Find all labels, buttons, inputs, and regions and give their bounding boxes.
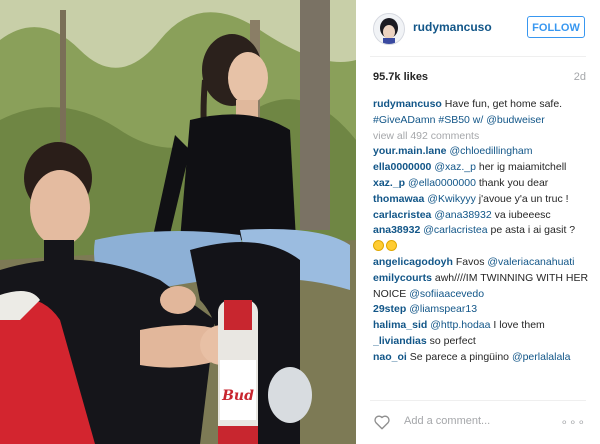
comments-feed: rudymancuso Have fun, get home safe. #Gi…: [373, 97, 588, 366]
follow-button[interactable]: FOLLOW: [527, 16, 585, 38]
comment-username[interactable]: angelicagodoyh: [373, 256, 453, 268]
comment-mention[interactable]: @Kwikyyy: [427, 193, 476, 205]
comment-continued: NOICE @sofiiaacevedo: [373, 287, 588, 303]
likes-count[interactable]: 95.7k likes: [373, 71, 428, 83]
comment-username[interactable]: halima_sid: [373, 319, 427, 331]
heart-icon[interactable]: [373, 413, 391, 431]
comment-username[interactable]: _liviandias: [373, 335, 427, 347]
header-divider: [370, 56, 586, 57]
comment: thomawaa @Kwikyyy j'avoue y'a un truc !: [373, 192, 588, 208]
comment-text: I love them: [493, 319, 545, 332]
comment-text: thank you dear: [478, 176, 549, 189]
comment-username[interactable]: nao_oi: [373, 351, 407, 363]
comment-mention[interactable]: @http.hodaa: [430, 319, 490, 331]
post-photo[interactable]: Bud: [0, 0, 356, 444]
post-age[interactable]: 2d: [574, 71, 586, 83]
post-header: rudymancuso FOLLOW: [356, 0, 600, 56]
instagram-post: Bud rudymancuso FOLLOW 95.7k likes 2d ru…: [0, 0, 600, 444]
comment-mention[interactable]: @xaz._p: [434, 161, 476, 173]
comment-mention[interactable]: @ella0000000: [408, 177, 476, 189]
avatar-image: [374, 14, 404, 44]
comment: nao_oi Se parece a pingüino @perlalalala: [373, 350, 588, 366]
comment: emilycourts awh////IM TWINNING WITH HER: [373, 271, 588, 287]
comment: _liviandias so perfect: [373, 334, 588, 350]
caption-text: Have fun, get home safe.: [444, 98, 563, 110]
comment-username[interactable]: emilycourts: [373, 272, 432, 284]
caption-username[interactable]: rudymancuso: [373, 98, 442, 110]
post-sidebar: rudymancuso FOLLOW 95.7k likes 2d rudyma…: [356, 0, 600, 444]
comment-mention[interactable]: @carlacristea: [423, 224, 487, 236]
comment-text: pe asta i ai gasit ?: [490, 224, 576, 237]
comment-mention[interactable]: @sofiiaacevedo: [409, 288, 484, 300]
bottle-label: Bud: [221, 388, 254, 404]
comment-username[interactable]: thomawaa: [373, 193, 424, 205]
comment-mention[interactable]: @liamspear13: [409, 303, 477, 315]
comment-username[interactable]: carlacristea: [373, 209, 431, 221]
comment: halima_sid @http.hodaa I love them: [373, 318, 588, 334]
post-author-username[interactable]: rudymancuso: [413, 20, 492, 34]
comment-text: her ig maiamitchell: [478, 161, 567, 174]
comment: carlacristea @ana38932 va iubeeesc: [373, 208, 588, 224]
photo-illustration: Bud: [0, 0, 356, 444]
view-all-comments[interactable]: view all 492 comments: [373, 129, 588, 145]
add-comment-input[interactable]: Add a comment...: [404, 415, 490, 427]
post-footer: Add a comment... ∘∘∘: [356, 401, 600, 444]
comment-text: j'avoue y'a un truc !: [478, 192, 569, 205]
comment: xaz._p @ella0000000 thank you dear: [373, 176, 588, 192]
comment-emoji-line: [373, 239, 588, 255]
comment-username[interactable]: xaz._p: [373, 177, 405, 189]
comment-text: so perfect: [429, 334, 476, 347]
comment: angelicagodoyh Favos @valeriacanahuati: [373, 255, 588, 271]
comment: 29step @liamspear13: [373, 302, 588, 318]
comment-mention[interactable]: @chloedillingham: [449, 145, 532, 157]
comment: your.main.lane @chloedillingham: [373, 144, 588, 160]
view-all-label[interactable]: view all 492 comments: [373, 130, 479, 142]
caption: rudymancuso Have fun, get home safe.: [373, 97, 588, 113]
laughing-emoji-icon: [386, 240, 397, 252]
comment-username[interactable]: your.main.lane: [373, 145, 447, 157]
comment-text: Favos: [455, 255, 485, 268]
comment-text: Se parece a pingüino: [409, 350, 510, 363]
comment-username[interactable]: 29step: [373, 303, 406, 315]
avatar[interactable]: [373, 13, 405, 45]
comment-username[interactable]: ella0000000: [373, 161, 431, 173]
comment-text: awh////IM TWINNING WITH HER: [434, 271, 588, 284]
comment-mention[interactable]: @perlalalala: [512, 351, 571, 363]
more-options-icon[interactable]: ∘∘∘: [560, 415, 586, 429]
comment-mention[interactable]: @valeriacanahuati: [487, 256, 574, 268]
comment-mention[interactable]: @ana38932: [434, 209, 491, 221]
laughing-emoji-icon: [373, 240, 384, 252]
comment-username[interactable]: ana38932: [373, 224, 420, 236]
caption-tags: #GiveADamn #SB50 w/ @budweiser: [373, 113, 588, 129]
comment-text: NOICE: [373, 287, 407, 300]
comment: ella0000000 @xaz._p her ig maiamitchell: [373, 160, 588, 176]
comment: ana38932 @carlacristea pe asta i ai gasi…: [373, 223, 588, 239]
caption-hashtags[interactable]: #GiveADamn #SB50 w/ @budweiser: [373, 114, 545, 126]
comment-text: va iubeeesc: [494, 208, 551, 221]
